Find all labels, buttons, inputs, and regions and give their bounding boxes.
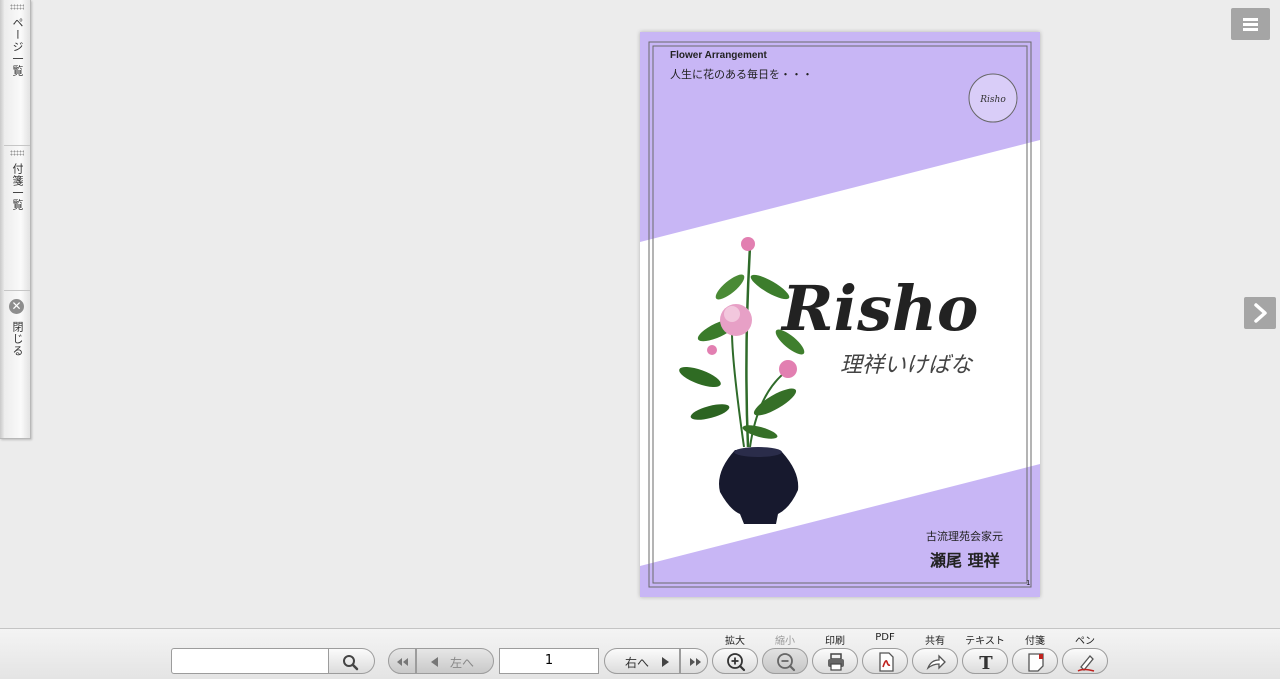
close-label: 閉じる bbox=[11, 321, 24, 357]
svg-text:Risho: Risho bbox=[780, 272, 978, 345]
tab-page-list[interactable]: ページ一覧 bbox=[4, 0, 30, 146]
cover-artwork: Risho Risho 理祥いけばな bbox=[640, 32, 1040, 597]
left-arrow-icon bbox=[431, 657, 438, 667]
bottom-toolbar: 左へ 1 右へ 拡大 縮小 印刷 PDF 共有 テキスト 付箋 ペン T bbox=[0, 628, 1280, 679]
svg-text:理祥いけばな: 理祥いけばな bbox=[840, 353, 974, 378]
search-button[interactable] bbox=[329, 648, 375, 674]
text-label: テキスト bbox=[965, 636, 1005, 647]
first-page-button[interactable] bbox=[388, 648, 416, 674]
cover-author: 瀬尾 理祥 bbox=[930, 551, 1000, 570]
zoom-in-icon bbox=[727, 653, 746, 672]
sticky-label: 付箋 bbox=[1025, 636, 1045, 647]
pen-icon bbox=[1077, 655, 1095, 672]
right-arrow-icon bbox=[662, 657, 669, 667]
prev-page-button[interactable]: 左へ bbox=[416, 648, 494, 674]
cover-tagline: 人生に花のある毎日を・・・ bbox=[670, 68, 813, 81]
print-label: 印刷 bbox=[825, 636, 845, 647]
page-number-input[interactable]: 1 bbox=[499, 648, 599, 674]
cover-school: 古流理苑会家元 bbox=[926, 530, 1003, 543]
pdf-icon bbox=[879, 652, 894, 672]
print-button[interactable] bbox=[812, 648, 858, 674]
side-tab-panel: ページ一覧 付箋一覧 ✕ 閉じる bbox=[0, 0, 31, 439]
share-label: 共有 bbox=[925, 636, 945, 647]
chevron-right-icon bbox=[1254, 303, 1267, 323]
menu-button[interactable] bbox=[1231, 8, 1270, 40]
book-page[interactable]: Risho Risho 理祥いけばな Flower Arrangement 人生… bbox=[640, 32, 1040, 597]
pdf-button[interactable] bbox=[862, 648, 908, 674]
cover-subtitle: Flower Arrangement bbox=[670, 50, 767, 61]
close-icon: ✕ bbox=[9, 299, 24, 314]
sticky-note-icon bbox=[1028, 653, 1044, 672]
last-page-button[interactable] bbox=[680, 648, 708, 674]
page-number: 1 bbox=[1026, 579, 1031, 587]
print-icon bbox=[828, 653, 844, 671]
svg-text:T: T bbox=[979, 653, 993, 673]
tab-page-list-label: ページ一覧 bbox=[11, 17, 24, 77]
grip-icon bbox=[10, 150, 24, 156]
grip-icon bbox=[10, 4, 24, 10]
tab-sticky-list[interactable]: 付箋一覧 bbox=[4, 146, 30, 291]
text-button[interactable]: T bbox=[962, 648, 1008, 674]
search-icon bbox=[343, 655, 359, 671]
prev-page-label: 左へ bbox=[450, 656, 475, 670]
search-input[interactable] bbox=[171, 648, 329, 674]
zoom-out-icon bbox=[777, 653, 796, 672]
svg-text:Risho: Risho bbox=[979, 95, 1006, 105]
zoom-out-button[interactable] bbox=[762, 648, 808, 674]
double-left-arrow-icon bbox=[397, 658, 408, 666]
share-icon bbox=[926, 654, 946, 670]
sticky-note-button[interactable] bbox=[1012, 648, 1058, 674]
pen-button[interactable] bbox=[1062, 648, 1108, 674]
close-panel-button[interactable]: ✕ 閉じる bbox=[4, 291, 30, 438]
text-icon: T bbox=[979, 653, 993, 673]
zoom-in-button[interactable] bbox=[712, 648, 758, 674]
next-page-arrow-button[interactable] bbox=[1244, 297, 1276, 329]
double-right-arrow-icon bbox=[690, 658, 701, 666]
pen-label: ペン bbox=[1075, 636, 1095, 647]
share-button[interactable] bbox=[912, 648, 958, 674]
hamburger-bar bbox=[1243, 28, 1258, 31]
next-page-button[interactable]: 右へ bbox=[604, 648, 680, 674]
tab-sticky-list-label: 付箋一覧 bbox=[11, 163, 24, 211]
pdf-label: PDF bbox=[875, 632, 895, 643]
hamburger-icon bbox=[1243, 18, 1258, 21]
zoom-in-label: 拡大 bbox=[725, 636, 745, 647]
hamburger-bar bbox=[1243, 23, 1258, 26]
zoom-out-label: 縮小 bbox=[775, 636, 795, 647]
next-page-label: 右へ bbox=[625, 656, 650, 670]
